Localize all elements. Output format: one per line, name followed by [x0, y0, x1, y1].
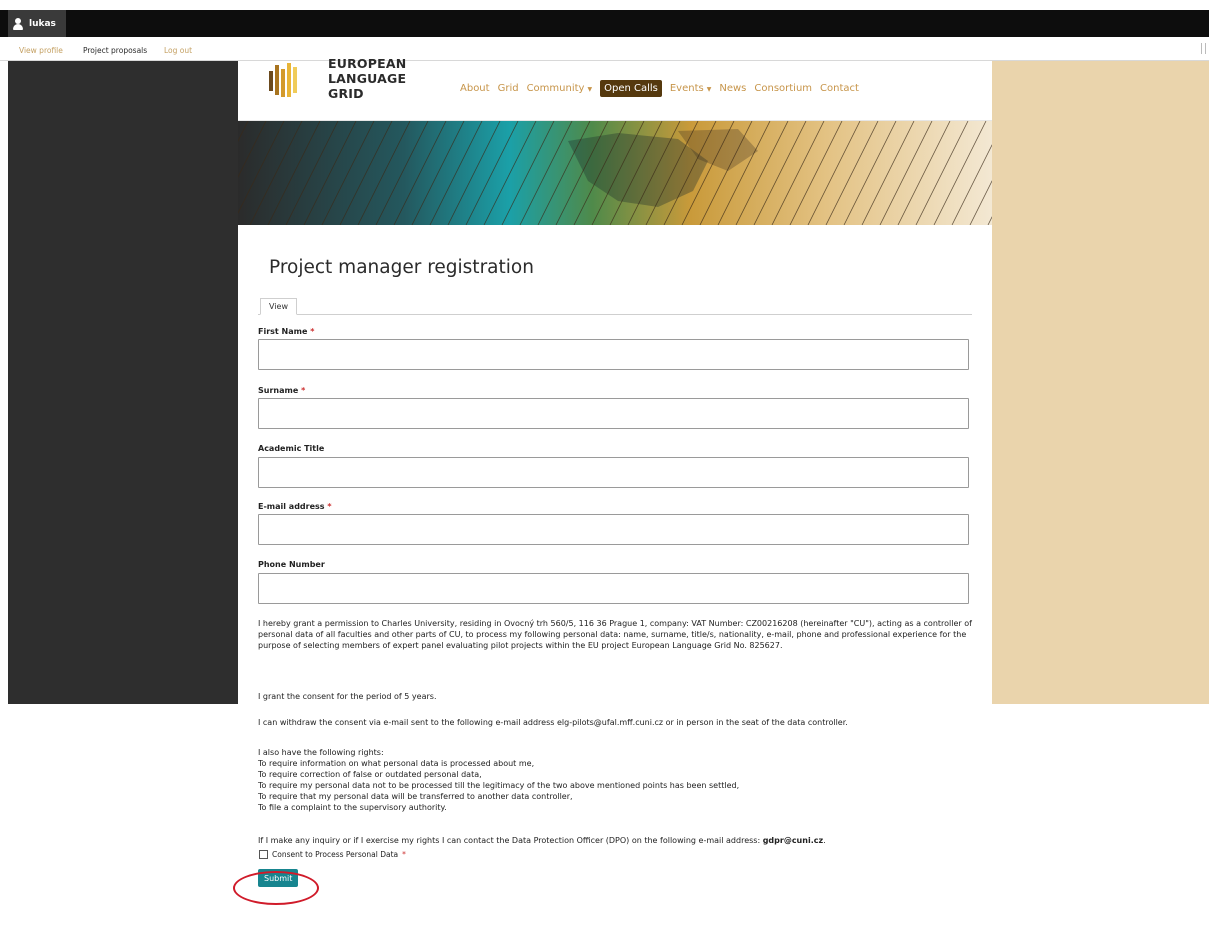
academic-title-label-text: Academic Title	[258, 444, 325, 453]
rights-item: To require correction of false or outdat…	[258, 770, 482, 779]
email-label: E-mail address *	[258, 502, 332, 511]
nav-community-label: Community	[526, 83, 585, 94]
username-label: lukas	[29, 18, 56, 29]
rights-item: To require my personal data not to be pr…	[258, 781, 740, 790]
surname-label-text: Surname	[258, 386, 299, 395]
first-name-label-text: First Name	[258, 327, 308, 336]
required-marker: *	[301, 386, 306, 395]
project-proposals-link[interactable]: Project proposals	[83, 46, 147, 55]
rights-item: To require that my personal data will be…	[258, 792, 573, 801]
user-icon	[12, 17, 24, 30]
rights-list: I also have the following rights: To req…	[258, 747, 973, 813]
logo-line-3: GRID	[328, 86, 364, 101]
left-background	[8, 61, 238, 704]
nav-news[interactable]: News	[719, 83, 746, 94]
consent-period-text: I grant the consent for the period of 5 …	[258, 692, 437, 701]
dpo-email: gdpr@cuni.cz	[762, 836, 824, 845]
logo-line-2: LANGUAGE	[328, 71, 407, 86]
submit-button[interactable]: Submit	[258, 869, 299, 887]
admin-toolbar: lukas	[0, 10, 1209, 37]
nav-consortium[interactable]: Consortium	[754, 83, 812, 94]
consent-intro-text: I hereby grant a permission to Charles U…	[258, 619, 972, 650]
logo-wordmark: EUROPEAN LANGUAGE GRID	[328, 56, 406, 101]
consent-checkbox-row[interactable]: Consent to Process Personal Data *	[259, 850, 406, 859]
rights-intro: I also have the following rights:	[258, 748, 384, 757]
nav-events[interactable]: Events ▼	[670, 83, 711, 94]
required-marker: *	[402, 850, 406, 859]
first-name-input[interactable]	[258, 339, 969, 370]
view-profile-link[interactable]: View profile	[19, 46, 63, 55]
dpo-end: .	[823, 836, 826, 845]
hero-banner	[238, 121, 992, 225]
nav-contact[interactable]: Contact	[820, 83, 859, 94]
tab-view[interactable]: View	[260, 298, 297, 315]
site-header: EUROPEAN LANGUAGE GRID About Grid Commun…	[238, 56, 992, 121]
dpo-contact-text: If I make any inquiry or if I exercise m…	[258, 835, 973, 846]
admin-tray: View profile Project proposals Log out	[0, 37, 1209, 61]
log-out-link[interactable]: Log out	[164, 46, 192, 55]
nav-grid[interactable]: Grid	[498, 83, 519, 94]
main-nav: About Grid Community ▼ Open Calls Events ▼…	[460, 80, 859, 97]
email-label-text: E-mail address	[258, 502, 325, 511]
phone-label-text: Phone Number	[258, 560, 325, 569]
consent-checkbox-label: Consent to Process Personal Data	[272, 850, 399, 859]
required-marker: *	[327, 502, 332, 511]
right-background	[992, 61, 1209, 704]
email-input[interactable]	[258, 514, 969, 545]
academic-title-label: Academic Title	[258, 444, 324, 453]
page-title: Project manager registration	[269, 257, 534, 278]
caret-down-icon: ▼	[587, 86, 593, 93]
academic-title-input[interactable]	[258, 457, 969, 488]
dpo-text: If I make any inquiry or if I exercise m…	[258, 836, 761, 845]
checkbox-icon[interactable]	[259, 850, 268, 859]
user-menu-button[interactable]: lukas	[8, 10, 66, 37]
nav-events-label: Events	[669, 83, 704, 94]
consent-withdraw-text: I can withdraw the consent via e-mail se…	[258, 718, 848, 727]
nav-community[interactable]: Community ▼	[527, 83, 593, 94]
nav-about[interactable]: About	[460, 83, 490, 94]
tray-orientation-toggle[interactable]	[1201, 43, 1206, 54]
caret-down-icon: ▼	[706, 86, 712, 93]
rights-item: To file a complaint to the supervisory a…	[258, 803, 447, 812]
phone-label: Phone Number	[258, 560, 325, 569]
required-marker: *	[310, 327, 315, 336]
phone-input[interactable]	[258, 573, 969, 604]
content-card: Project manager registration View First …	[238, 226, 992, 927]
logo-line-1: EUROPEAN	[328, 56, 407, 71]
tab-bar: View	[258, 298, 972, 315]
first-name-label: First Name *	[258, 327, 314, 336]
nav-open-calls[interactable]: Open Calls	[600, 80, 662, 97]
surname-input[interactable]	[258, 398, 969, 429]
rights-item: To require information on what personal …	[258, 759, 535, 768]
surname-label: Surname *	[258, 386, 305, 395]
